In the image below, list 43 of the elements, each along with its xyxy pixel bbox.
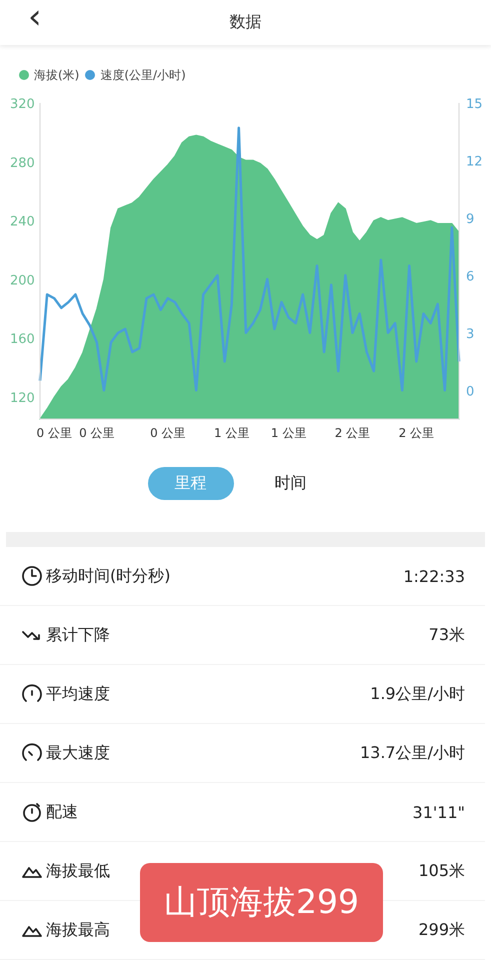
overlay-label: 山顶海拔299 (140, 863, 383, 942)
axis-label: 3 (466, 326, 474, 342)
stat-value: 1.9公里/小时 (370, 684, 465, 704)
stat-label: 海拔最低 (46, 860, 111, 882)
axis-label: 0 公里 (79, 426, 115, 440)
stat-label: 最大速度 (46, 742, 111, 764)
axis-label: 6 (466, 269, 474, 284)
axis-label: 1 公里 (270, 426, 306, 440)
stat-label: 累计下降 (46, 624, 111, 646)
axis-label: 320 (10, 97, 35, 112)
stat-value: 31'11" (412, 802, 465, 822)
stat-label: 移动时间(时分秒) (46, 566, 172, 586)
axis-label: 0 公里 (150, 426, 186, 440)
axis-label: 2 公里 (398, 426, 434, 440)
stat-value: 105米 (418, 860, 465, 882)
page-title: 数据 (230, 12, 262, 33)
gauge-icon (21, 742, 43, 764)
axis-label: 15 (466, 97, 483, 112)
toggle-tab[interactable]: 时间 (248, 467, 334, 500)
stat-label: 平均速度 (46, 684, 111, 704)
axis-label: 200 (10, 273, 35, 288)
axis-label: 160 (10, 332, 35, 348)
gauge-icon (21, 683, 43, 705)
back-button[interactable]: ‹ (24, 0, 46, 34)
stopwatch-icon (21, 801, 43, 823)
axis-label: 120 (10, 390, 35, 406)
axis-label: 9 (466, 212, 474, 227)
axis-label: 240 (10, 214, 35, 230)
stat-value: 299米 (418, 920, 465, 940)
stat-label: 配速 (46, 802, 79, 822)
axis-label: 0 公里 (36, 426, 72, 440)
clock-icon (21, 565, 43, 587)
stat-value: 13.7公里/小时 (360, 742, 465, 764)
axis-label: 12 (466, 154, 483, 170)
stat-value: 1:22:33 (403, 566, 465, 586)
axis-label: 0 (466, 384, 474, 400)
axis-label: 280 (10, 156, 35, 171)
stat-value: 73米 (428, 624, 465, 646)
axis-label: 2 公里 (334, 426, 370, 440)
stat-label: 海拔最高 (46, 920, 111, 940)
legend-label: 速度(公里/小时) (100, 66, 186, 84)
legend-label: 海拔(米) (34, 66, 80, 84)
axis-label: 1 公里 (214, 426, 250, 440)
